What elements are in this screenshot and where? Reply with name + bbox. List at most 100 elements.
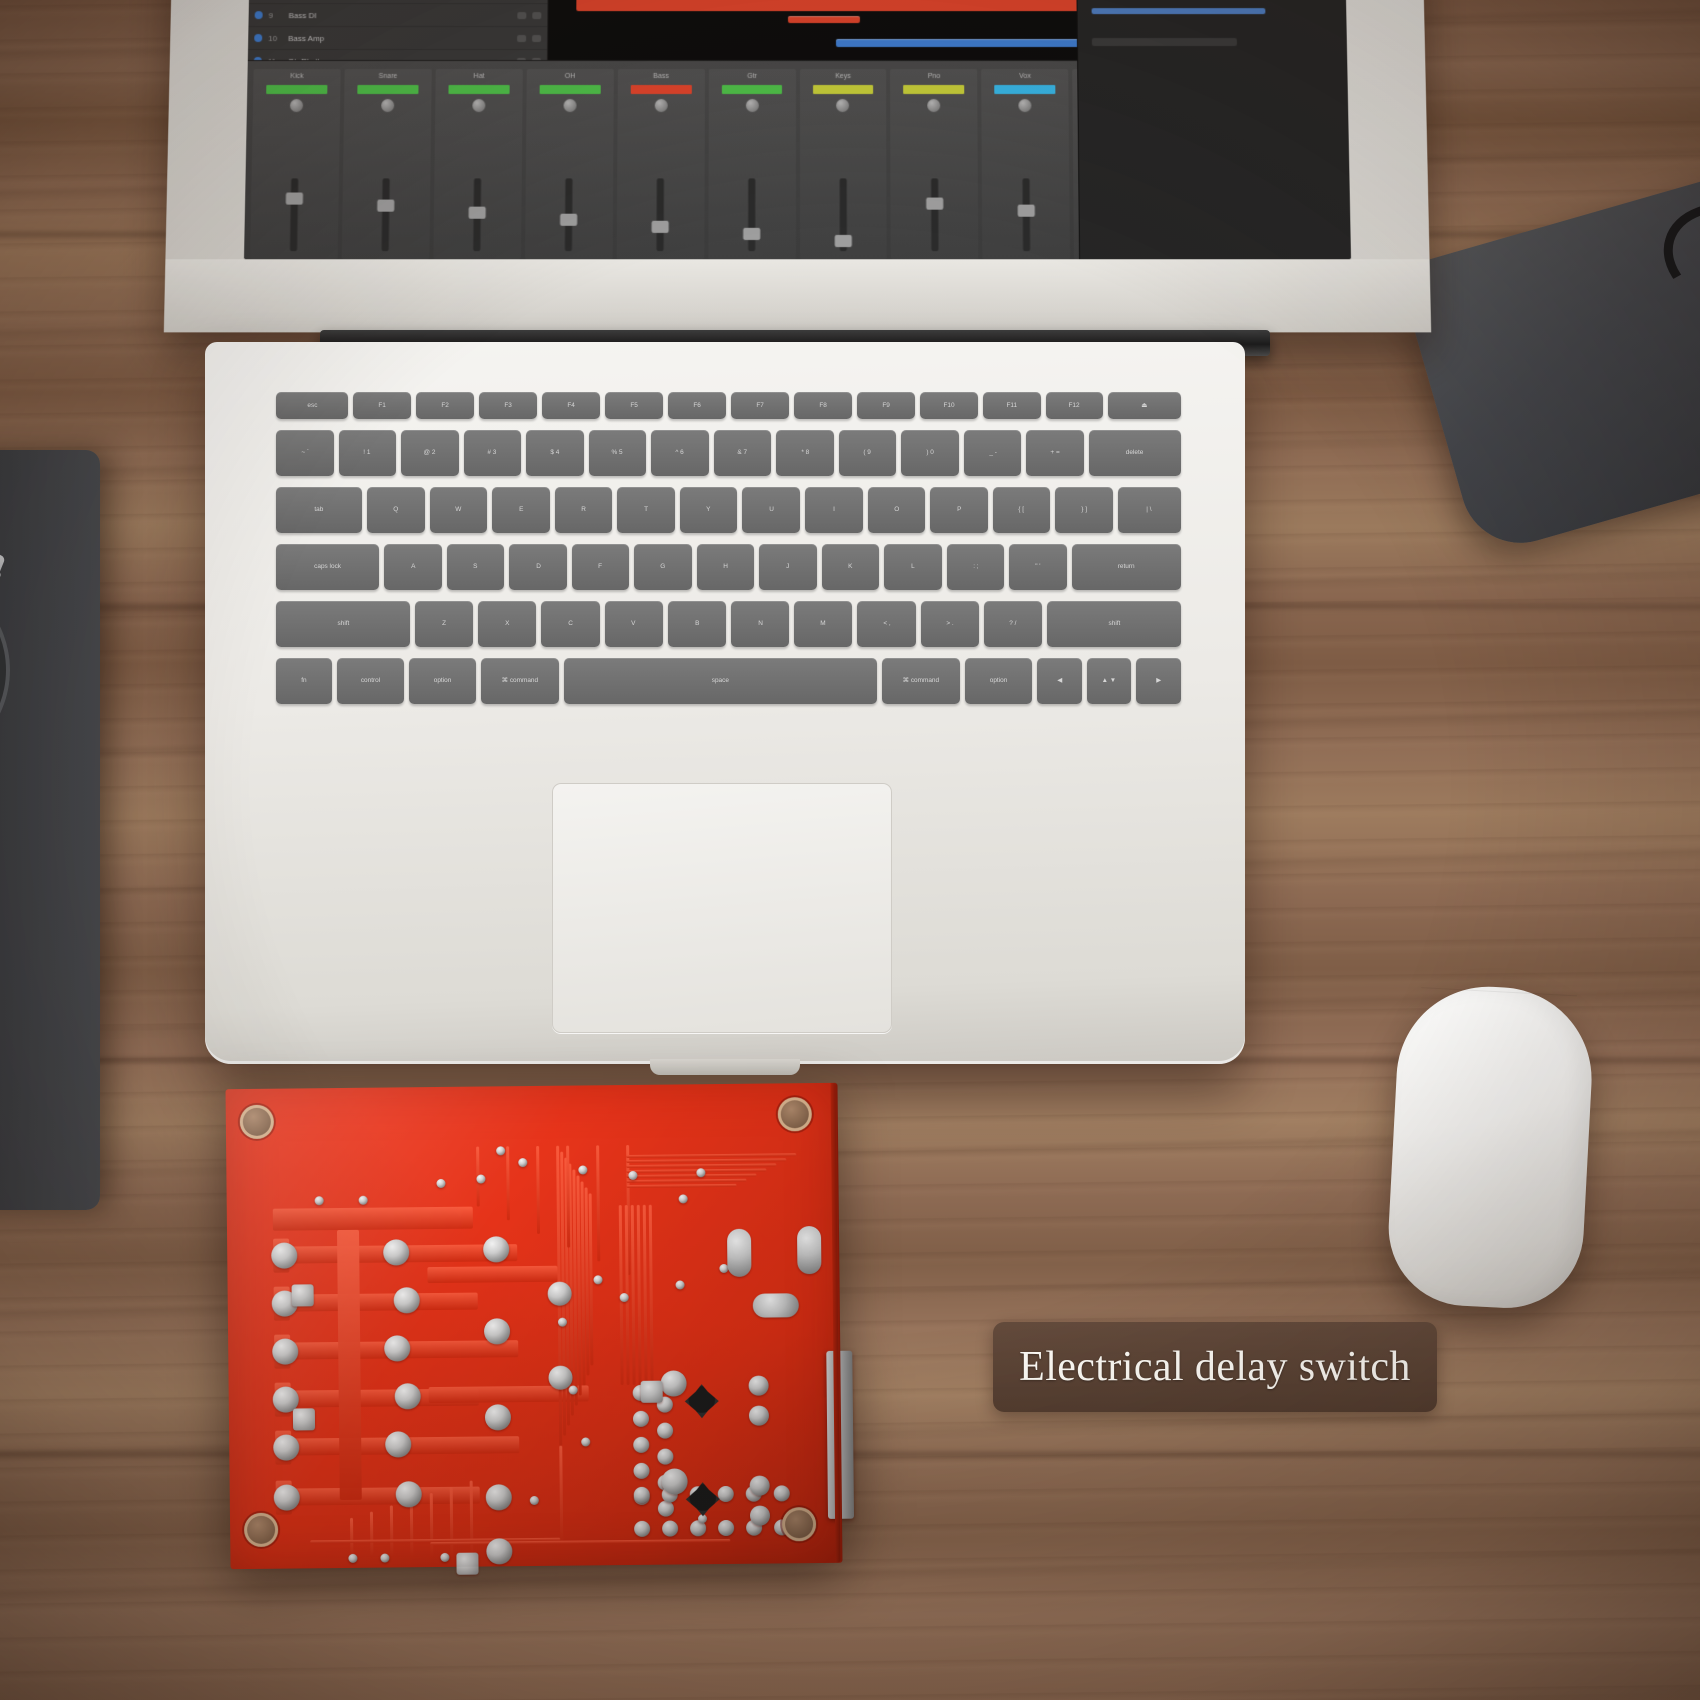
keyboard-key-[interactable]: ◀ [1036,658,1082,704]
mixer-fader-track[interactable] [743,178,761,252]
keyboard-key-f8[interactable]: F8 [793,392,852,419]
keyboard-key-y[interactable]: Y [679,487,738,533]
mixer-fader-cap[interactable] [926,197,944,210]
mixer-fader-cap[interactable] [743,227,761,240]
track-solo-button[interactable] [532,11,542,19]
keyboard-key-1[interactable]: ! 1 [338,430,397,476]
keyboard-key-3[interactable]: # 3 [463,430,522,476]
track-record-dot[interactable] [254,11,263,20]
panel-link-line[interactable] [1091,8,1265,15]
keyboard-key-[interactable]: < , [857,601,916,647]
mixer-insert-slot[interactable] [357,84,419,95]
laptop-keyboard[interactable]: esc F1 F2 F3 F4 F5 F6 F7 F8 F9 F10 F11 F12 ⏏ ~ `! 1 @ 2… [276,392,1181,737]
keyboard-key-6[interactable]: ^ 6 [651,430,709,476]
track-mute-button[interactable] [517,34,527,42]
keyboard-key-[interactable]: ⏏ [1108,392,1181,419]
keyboard-key-s[interactable]: S [446,544,505,590]
mixer-channel-strip[interactable]: Keys [799,68,888,260]
keyboard-key-5[interactable]: % 5 [588,430,647,476]
mixer-fader-track[interactable] [468,178,487,252]
keyboard-key-f10[interactable]: F10 [919,392,978,419]
keyboard-key-c[interactable]: C [541,601,600,647]
track-record-dot[interactable] [254,34,263,43]
mixer-fader-cap[interactable] [286,192,304,205]
mixer-fader-cap[interactable] [377,199,395,212]
keyboard-key-g[interactable]: G [634,544,692,590]
keyboard-key-[interactable]: ~ ` [276,430,334,476]
mixer-fader-track[interactable] [651,178,669,252]
keyboard-key-caps-lock[interactable]: caps lock [276,544,380,590]
mixer-channel-strip[interactable]: Kick [250,68,341,260]
keyboard-key-z[interactable]: Z [414,601,474,647]
keyboard-key-[interactable]: ? / [983,601,1043,647]
keyboard-key-option[interactable]: option [964,658,1032,704]
keyboard-key-f1[interactable]: F1 [353,392,412,419]
mixer-pan-knob[interactable] [472,99,486,113]
mixer-insert-slot[interactable] [812,84,874,95]
mixer-fader-track[interactable] [1017,178,1035,252]
keyboard-key-2[interactable]: @ 2 [401,430,459,476]
keyboard-key-command[interactable]: ⌘ command [881,658,960,704]
mixer-channel-strip[interactable]: Gtr [707,68,796,260]
keyboard-key-f12[interactable]: F12 [1045,392,1104,419]
mixer-fader-track[interactable] [286,178,304,252]
mixer-channel-strip[interactable]: Snare [341,68,432,260]
mixer-channel-strip[interactable]: Vox [981,68,1071,260]
mixer-pan-knob[interactable] [745,99,759,113]
keyboard-key-[interactable]: " ' [1009,544,1067,590]
mixer-insert-slot[interactable] [994,84,1056,95]
mixer-fader-track[interactable] [560,178,578,252]
keyboard-key-u[interactable]: U [742,487,801,533]
keyboard-key-o[interactable]: O [867,487,926,533]
keyboard-key-[interactable]: | \ [1117,487,1181,533]
mixer-fader-track[interactable] [377,178,395,252]
daw-audio-region[interactable] [576,0,1151,12]
wireless-mouse[interactable] [1384,982,1597,1312]
mixer-fader-track[interactable] [926,178,944,252]
mixer-channel-strip[interactable]: OH [524,68,614,260]
keyboard-key-h[interactable]: H [696,544,755,590]
keyboard-key-4[interactable]: $ 4 [526,430,584,476]
daw-track-header[interactable]: 11Gtr Rhythm [247,50,547,60]
keyboard-key-i[interactable]: I [805,487,863,533]
mixer-channel-strip[interactable]: Bass [616,68,705,260]
mixer-pan-knob[interactable] [1018,99,1032,113]
track-mute-button[interactable] [517,11,527,19]
mixer-fader-track[interactable] [834,178,852,252]
keyboard-key-t[interactable]: T [617,487,675,533]
mixer-insert-slot[interactable] [266,84,328,95]
keyboard-key-[interactable]: ▲ ▼ [1086,658,1132,704]
keyboard-key-a[interactable]: A [384,544,442,590]
keyboard-key-f[interactable]: F [571,544,630,590]
mixer-fader-cap[interactable] [1017,204,1035,217]
keyboard-key-tab[interactable]: tab [276,487,363,533]
keyboard-key-n[interactable]: N [730,601,790,647]
mixer-insert-slot[interactable] [903,84,965,95]
keyboard-key-shift[interactable]: shift [1047,601,1181,647]
keyboard-key-j[interactable]: J [759,544,817,590]
keyboard-key-e[interactable]: E [492,487,550,533]
mixer-pan-knob[interactable] [289,99,304,113]
keyboard-key-[interactable]: } ] [1055,487,1113,533]
keyboard-key-q[interactable]: Q [367,487,425,533]
mixer-channel-strip[interactable]: Hat [433,68,523,260]
keyboard-key-[interactable]: _ - [963,430,1022,476]
keyboard-key-command[interactable]: ⌘ command [480,658,560,704]
keyboard-key-d[interactable]: D [509,544,567,590]
mixer-insert-slot[interactable] [448,84,510,95]
keyboard-key-[interactable]: + = [1026,430,1084,476]
keyboard-key-[interactable]: { [ [992,487,1051,533]
keyboard-key-l[interactable]: L [884,544,942,590]
keyboard-key-k[interactable]: K [821,544,880,590]
keyboard-key-return[interactable]: return [1071,544,1181,590]
keyboard-key-r[interactable]: R [554,487,613,533]
keyboard-key-f4[interactable]: F4 [542,392,601,419]
mixer-insert-slot[interactable] [630,84,692,95]
daw-track-header[interactable]: 9 Bass DI [248,4,548,28]
keyboard-key-delete[interactable]: delete [1088,430,1181,476]
mixer-pan-knob[interactable] [380,99,395,113]
keyboard-key-p[interactable]: P [930,487,988,533]
pcb-board[interactable] [225,1082,855,1575]
mixer-insert-slot[interactable] [721,84,783,95]
daw-side-panel[interactable] [1074,0,1352,260]
